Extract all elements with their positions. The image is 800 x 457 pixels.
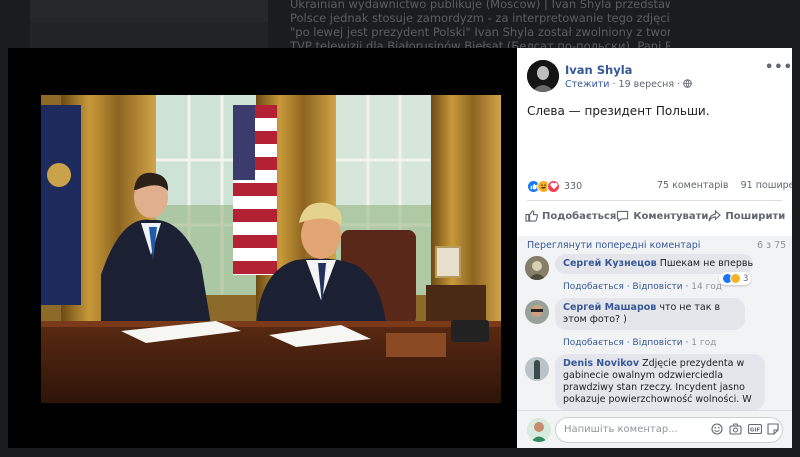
comment-time[interactable]: 1 год bbox=[691, 338, 716, 348]
author-avatar[interactable] bbox=[527, 60, 559, 92]
emoji-icon[interactable] bbox=[711, 423, 723, 435]
like-label: Подобається bbox=[542, 210, 617, 222]
comment-bubble: Denis Novikov Zdjęcie prezydenta w gabin… bbox=[555, 354, 765, 410]
comment-reply-link[interactable]: Відповісти bbox=[633, 338, 683, 348]
comment-reactions[interactable]: 3 bbox=[719, 272, 752, 285]
comment-reaction-count: 3 bbox=[743, 273, 749, 284]
engagement-stats: 75 коментарів 91 поширень bbox=[657, 180, 792, 191]
photo-illustration bbox=[41, 95, 501, 403]
share-button[interactable]: Поширити bbox=[708, 206, 785, 226]
gif-icon[interactable]: GIF bbox=[748, 423, 762, 435]
comment-bubble: Сергей Машаров что не так в этом фото? ) bbox=[555, 298, 745, 330]
post-actions: Подобається Коментувати Поширити bbox=[525, 206, 785, 226]
view-previous-comments-link[interactable]: Переглянути попередні коментарі bbox=[527, 240, 700, 251]
shares-count-link[interactable]: 91 поширень bbox=[741, 180, 792, 191]
sticker-icon[interactable] bbox=[767, 423, 779, 435]
comment-author[interactable]: Сергей Кузнецов bbox=[563, 258, 657, 269]
svg-text:GIF: GIF bbox=[750, 428, 761, 434]
comments-counter: 6 з 75 bbox=[757, 240, 787, 251]
haha-icon bbox=[730, 273, 741, 284]
like-button[interactable]: Подобається bbox=[525, 206, 616, 226]
author-name[interactable]: Ivan Shyla bbox=[565, 63, 632, 77]
comment-bubble: Сергей Кузнецов Пшекам не впервые... bbox=[555, 254, 753, 274]
avatar-silhouette-icon bbox=[527, 60, 559, 92]
commenter-avatar[interactable] bbox=[525, 256, 549, 280]
comment-like-link[interactable]: Подобається bbox=[563, 338, 624, 348]
avatar-photo-icon bbox=[525, 357, 549, 381]
divider bbox=[527, 200, 782, 201]
follow-link[interactable]: Стежити bbox=[565, 79, 609, 90]
thumbs-up-icon bbox=[525, 210, 538, 222]
reaction-count: 330 bbox=[564, 180, 583, 192]
comment-actions: Подобається · Відповісти · 14 год bbox=[563, 282, 723, 292]
comment-like-link[interactable]: Подобається bbox=[563, 282, 624, 292]
commenter-avatar[interactable] bbox=[525, 357, 549, 381]
commenter-avatar[interactable] bbox=[525, 300, 549, 324]
avatar-photo-icon bbox=[525, 300, 549, 324]
avatar-photo-icon bbox=[525, 256, 549, 280]
comment-reply-link[interactable]: Відповісти bbox=[633, 282, 683, 292]
user-avatar[interactable] bbox=[527, 418, 551, 442]
comment-composer: Напишіть коментар... GIF bbox=[517, 410, 792, 448]
photo-viewer bbox=[8, 48, 517, 448]
comment-icon bbox=[617, 210, 629, 222]
comment-time[interactable]: 14 год bbox=[691, 282, 722, 292]
reactions-summary[interactable]: 330 bbox=[527, 179, 582, 193]
comment-author[interactable]: Denis Novikov bbox=[563, 358, 639, 369]
more-options-icon[interactable]: ••• bbox=[765, 60, 792, 75]
comment-actions: Подобається · Відповісти · 1 год bbox=[563, 338, 717, 348]
post-text: Слева — президент Польши. bbox=[527, 104, 710, 118]
comment-label: Коментувати bbox=[633, 210, 709, 222]
comment-button[interactable]: Коментувати bbox=[616, 206, 708, 226]
share-label: Поширити bbox=[725, 210, 786, 222]
share-icon bbox=[708, 210, 722, 222]
comment-text: Пшекам не впервые... bbox=[659, 258, 753, 269]
post-date[interactable]: 19 вересня bbox=[619, 79, 675, 90]
post-panel: Ivan Shyla Стежити · 19 вересня · ••• Сл… bbox=[517, 48, 792, 448]
love-icon bbox=[547, 179, 560, 193]
post-meta: Стежити · 19 вересня · bbox=[565, 79, 692, 90]
comment-author[interactable]: Сергей Машаров bbox=[563, 302, 656, 313]
post-photo[interactable] bbox=[41, 95, 501, 403]
avatar-photo-icon bbox=[527, 418, 551, 442]
camera-icon[interactable] bbox=[729, 423, 742, 435]
globe-icon bbox=[683, 79, 692, 88]
comments-count-link[interactable]: 75 коментарів bbox=[657, 180, 729, 191]
